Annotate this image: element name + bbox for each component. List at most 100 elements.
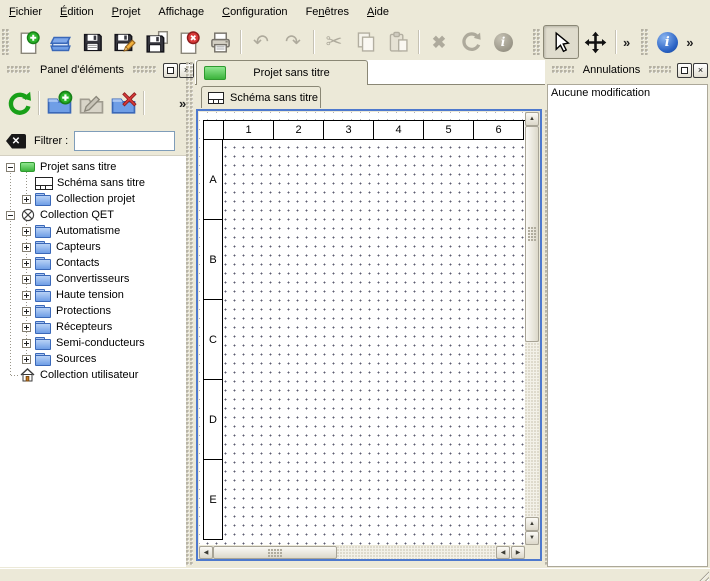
tree-item-projet-sans-titre[interactable]: Projet sans titre (0, 159, 186, 175)
horizontal-scrollbar[interactable]: ◀ ◀ ▶ (199, 546, 527, 559)
menu-fenetres[interactable]: Fenêtres (297, 3, 358, 21)
save-icon (81, 31, 104, 54)
tree-item-haute-tension[interactable]: Haute tension (0, 287, 186, 303)
reload-collections-button[interactable] (2, 87, 34, 119)
toolbar-overflow-button[interactable]: » (683, 35, 696, 50)
folder-icon (35, 225, 52, 238)
expand-box-icon[interactable] (22, 323, 31, 332)
scroll-up-icon: ▲ (529, 521, 535, 527)
cut-icon: ✂ (326, 32, 343, 52)
vertical-scrollbar[interactable]: ▲ ▲ ▼ (525, 112, 539, 545)
clear-filter-icon[interactable]: ✕ (6, 134, 26, 149)
scroll-right-button[interactable]: ▶ (511, 546, 525, 559)
expand-box-icon[interactable] (22, 243, 31, 252)
tab-projet-sans-titre[interactable]: Projet sans titre (196, 60, 368, 85)
scroll-down-button[interactable]: ▼ (525, 531, 539, 545)
scroll-left-button[interactable]: ◀ (496, 546, 510, 559)
expand-box-icon[interactable] (22, 339, 31, 348)
folder-icon (35, 241, 52, 254)
menu-affichage[interactable]: Affichage (149, 3, 213, 21)
left-dock-splitter[interactable] (186, 62, 193, 566)
expand-box-icon[interactable] (22, 307, 31, 316)
scroll-up-button[interactable]: ▲ (525, 517, 539, 531)
menu-aide[interactable]: Aide (358, 3, 398, 21)
save-button[interactable] (76, 26, 108, 58)
toolbar-separator (418, 30, 419, 54)
undo-panel-titlebar[interactable]: Annulations × (547, 62, 708, 78)
toolbar-drag-handle[interactable] (2, 29, 10, 55)
delete-category-icon (110, 90, 137, 117)
paste-button (382, 26, 414, 58)
save-as-button[interactable] (108, 26, 140, 58)
horizontal-scroll-thumb[interactable] (213, 546, 337, 559)
expand-box-icon[interactable] (22, 355, 31, 364)
tree-item-collection-qet[interactable]: Collection QET (0, 207, 186, 223)
expand-box-icon[interactable] (22, 227, 31, 236)
about-button[interactable]: i (651, 26, 683, 58)
diagram-canvas[interactable]: 1 2 3 4 5 6 A B C D E (199, 112, 527, 545)
pan-mode-button[interactable] (579, 26, 611, 58)
float-panel-button[interactable] (677, 63, 692, 78)
frame-column-label: 4 (373, 120, 424, 140)
tree-item-schema-sans-titre[interactable]: Schéma sans titre (0, 175, 186, 191)
menu-fichier[interactable]: Fichier (0, 3, 51, 21)
toolbar-separator (240, 30, 241, 54)
frame-row-label: A (203, 139, 223, 220)
toolbar-overflow-button[interactable]: » (620, 35, 633, 50)
toolbar-separator (143, 91, 144, 115)
elements-tree[interactable]: Projet sans titre Schéma sans titre Coll… (0, 155, 186, 567)
undo-list-item[interactable]: Aucune modification (551, 87, 704, 99)
float-icon (167, 67, 174, 74)
new-document-button[interactable] (12, 26, 44, 58)
select-mode-button[interactable] (543, 25, 579, 59)
delete-category-button[interactable] (107, 87, 139, 119)
tree-item-sources[interactable]: Sources (0, 351, 186, 367)
scroll-left-button[interactable]: ◀ (199, 546, 213, 559)
tree-item-collection-projet[interactable]: Collection projet (0, 191, 186, 207)
expand-box-icon[interactable] (22, 195, 31, 204)
filter-input[interactable] (74, 131, 175, 151)
expand-box-icon[interactable] (22, 259, 31, 268)
tab-schema-sans-titre[interactable]: Schéma sans titre (201, 86, 321, 108)
tree-item-recepteurs[interactable]: Récepteurs (0, 319, 186, 335)
undo-panel-title: Annulations (579, 64, 645, 76)
menu-configuration[interactable]: Configuration (213, 3, 296, 21)
thumb-grip (268, 549, 282, 557)
close-panel-button[interactable]: × (693, 63, 708, 78)
menu-projet[interactable]: Projet (103, 3, 150, 21)
expand-box-icon[interactable] (22, 275, 31, 284)
move-icon (584, 31, 607, 54)
scroll-up-button[interactable]: ▲ (525, 112, 539, 126)
select-arrow-icon (550, 31, 572, 53)
tree-item-contacts[interactable]: Contacts (0, 255, 186, 271)
toolbar-drag-handle[interactable] (533, 29, 541, 55)
tree-item-convertisseurs[interactable]: Convertisseurs (0, 271, 186, 287)
elements-panel-titlebar[interactable]: Panel d'éléments × (2, 62, 194, 78)
float-panel-button[interactable] (163, 63, 178, 78)
tree-item-collection-utilisateur[interactable]: Collection utilisateur (0, 367, 186, 383)
menu-edition[interactable]: Édition (51, 3, 103, 21)
expand-box-icon[interactable] (22, 291, 31, 300)
tree-item-automatisme[interactable]: Automatisme (0, 223, 186, 239)
close-document-button[interactable] (172, 26, 204, 58)
open-document-button[interactable] (44, 26, 76, 58)
tree-item-semi-conducteurs[interactable]: Semi-conducteurs (0, 335, 186, 351)
tree-item-protections[interactable]: Protections (0, 303, 186, 319)
save-all-button[interactable] (140, 26, 172, 58)
toolbar-drag-handle[interactable] (641, 29, 649, 55)
collapse-box-icon[interactable] (6, 211, 15, 220)
toolbar-separator (615, 30, 616, 54)
frame-column-label: 2 (273, 120, 324, 140)
new-category-icon (46, 90, 73, 117)
tree-item-capteurs[interactable]: Capteurs (0, 239, 186, 255)
project-icon (204, 66, 226, 80)
collapse-box-icon[interactable] (6, 163, 15, 172)
vertical-scroll-thumb[interactable] (525, 126, 539, 342)
titlebar-texture (133, 66, 157, 74)
undo-history-list[interactable]: Aucune modification (547, 84, 708, 567)
print-button[interactable] (204, 26, 236, 58)
resize-grip-icon[interactable] (697, 569, 709, 581)
copy-icon (355, 31, 377, 53)
new-category-button[interactable] (43, 87, 75, 119)
frame-column-label: 3 (323, 120, 374, 140)
